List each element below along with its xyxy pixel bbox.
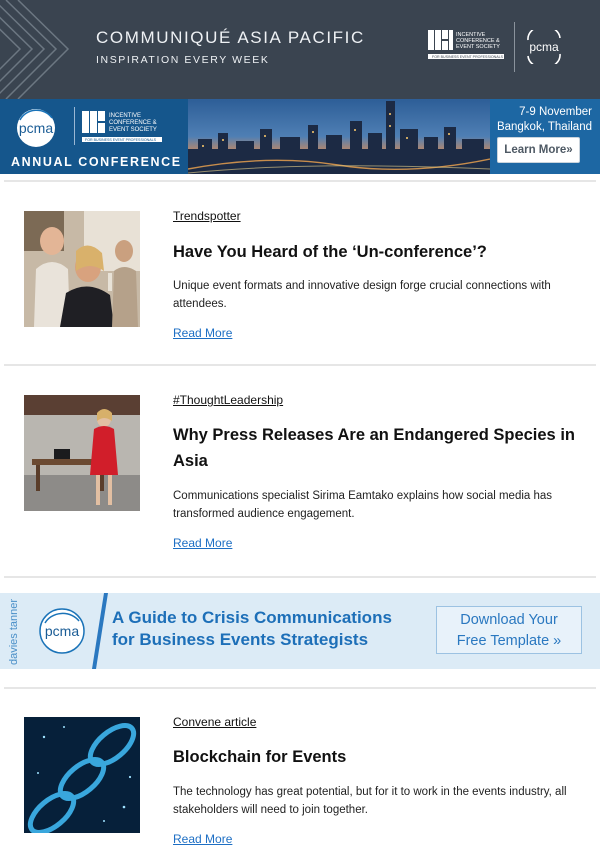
download-button-line-1: Download Your [460,612,558,628]
conference-location: Bangkok, Thailand [496,121,592,133]
download-template-button[interactable]: Download Your Free Template » [436,606,582,654]
pcma-logo-icon: pcma [39,608,85,654]
bangkok-skyline-image [188,99,490,174]
section-divider [4,180,596,182]
pcma-logo-text: pcma [529,40,559,54]
conf-ices-line-3: EVENT SOCIETY [109,127,157,133]
chevron-pattern-icon [0,0,70,99]
blockchain-chain-photo-icon [24,717,140,833]
read-more-link[interactable]: Read More [173,326,232,340]
crisis-pcma-text: pcma [45,623,79,639]
section-divider [4,576,596,578]
article-thumbnail[interactable] [24,211,140,327]
conference-title: ANNUAL CONFERENCE [11,155,182,169]
conference-logo-divider [74,107,75,145]
conf-ices-line-2: CONFERENCE & [109,120,157,126]
brand-block: COMMUNIQUÉ ASIA PACIFIC INSPIRATION EVER… [96,28,365,66]
banner-slash-divider [92,593,108,669]
article-category-link[interactable]: #ThoughtLeadership [173,393,283,407]
article-headline[interactable]: Have You Heard of the ‘Un-conference’? [173,239,583,265]
article-category-link[interactable]: Convene article [173,715,256,729]
article-category-link[interactable]: Trendspotter [173,209,241,223]
conf-pcma-text: pcma [19,120,53,136]
crisis-headline-line-1: A Guide to Crisis Communications [112,608,392,627]
article-headline[interactable]: Why Press Releases Are an Endangered Spe… [173,422,583,474]
conf-ices-line-1: INCENTIVE [109,113,141,119]
download-button-line-2: Free Template » [456,633,562,649]
newsletter-tagline: INSPIRATION EVERY WEEK [96,54,270,66]
article-description: Unique event formats and innovative desi… [173,280,551,310]
conf-ices-line-4: FOR BUSINESS EVENT PROFESSIONALS [85,138,157,142]
article-thumbnail[interactable] [24,717,140,833]
crisis-headline: A Guide to Crisis Communications for Bus… [112,607,392,651]
woman-in-red-dress-photo-icon [24,395,140,511]
article-description: The technology has great potential, but … [173,786,567,816]
header-divider [514,22,515,72]
article-thumbnail[interactable] [24,395,140,511]
ices-line-3: EVENT SOCIETY [456,44,500,50]
read-more-link[interactable]: Read More [173,832,232,846]
article-description: Communications specialist Sirima Eamtako… [173,490,553,520]
article-headline[interactable]: Blockchain for Events [173,744,583,770]
davies-tanner-logo-icon: davies tanner [8,599,20,665]
newsletter-title: COMMUNIQUÉ ASIA PACIFIC [96,28,365,47]
conference-date-block: 7-9 November Bangkok, Thailand [497,105,592,135]
ices-line-4: FOR BUSINESS EVENT PROFESSIONALS [432,55,504,59]
ices-logo-icon[interactable]: INCENTIVE CONFERENCE & EVENT SOCIETY FOR… [428,28,506,66]
learn-more-button[interactable]: Learn More» [497,137,580,163]
read-more-link[interactable]: Read More [173,536,232,550]
crisis-headline-line-2: for Business Events Strategists [112,630,369,649]
section-divider [4,364,596,366]
women-at-event-photo-icon [24,211,140,327]
pcma-logo-icon: pcma [17,109,55,147]
davies-tanner-text: davies tanner [8,599,20,665]
pcma-logo-icon[interactable]: pcma [522,30,566,64]
section-divider [4,687,596,689]
conference-date: 7-9 November [519,106,592,118]
newsletter-header: COMMUNIQUÉ ASIA PACIFIC INSPIRATION EVER… [0,0,600,99]
ices-logo-icon: INCENTIVE CONFERENCE & EVENT SOCIETY FOR… [82,111,162,142]
